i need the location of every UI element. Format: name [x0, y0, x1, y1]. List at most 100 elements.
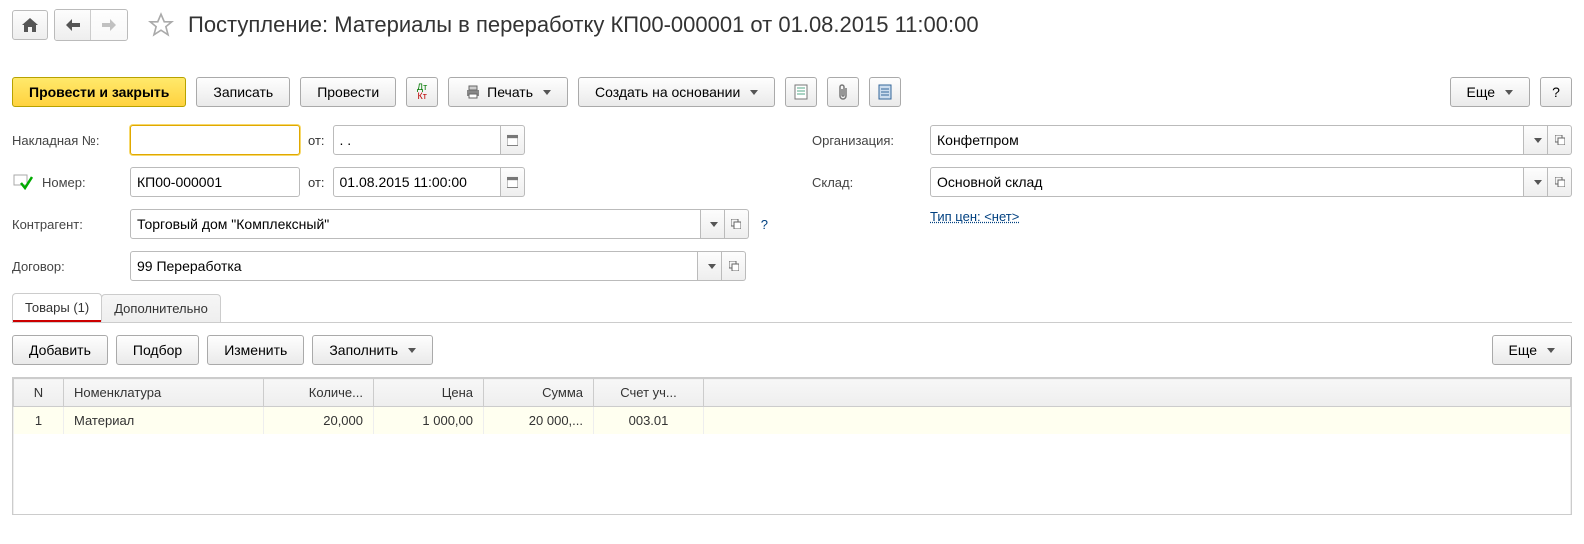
invoice-number-input[interactable]	[130, 125, 300, 155]
col-n[interactable]: N	[14, 379, 64, 407]
more-button[interactable]: Еще	[1450, 77, 1531, 107]
col-item[interactable]: Номенклатура	[64, 379, 264, 407]
counterparty-input[interactable]	[130, 209, 701, 239]
tabs: Товары (1) Дополнительно	[12, 293, 1572, 323]
open-icon	[731, 219, 741, 229]
cell-qty: 20,000	[264, 407, 374, 435]
debit-credit-icon: ДтКт	[417, 83, 427, 101]
cell-sum: 20 000,...	[484, 407, 594, 435]
printer-icon	[465, 85, 481, 99]
counterparty-label: Контрагент:	[12, 217, 122, 232]
post-button[interactable]: Провести	[300, 77, 396, 107]
open-icon	[1555, 135, 1565, 145]
arrow-right-icon	[102, 19, 116, 31]
col-spacer	[704, 379, 1571, 407]
col-account[interactable]: Счет уч...	[594, 379, 704, 407]
nav-group	[54, 9, 128, 41]
invoice-number-label: Накладная №:	[12, 133, 122, 148]
number-label: Номер:	[42, 175, 122, 190]
attachments-button[interactable]	[827, 77, 859, 107]
post-and-close-button[interactable]: Провести и закрыть	[12, 77, 186, 107]
invoice-from-label: от:	[308, 133, 325, 148]
contract-input[interactable]	[130, 251, 698, 281]
contract-choose-button[interactable]	[698, 251, 722, 281]
arrow-left-icon	[66, 19, 80, 31]
calendar-icon	[507, 134, 518, 146]
form-area: Накладная №: от: Номер: от:	[12, 125, 1572, 281]
chevron-down-icon	[408, 348, 416, 353]
contract-label: Договор:	[12, 259, 122, 274]
cell-item: Материал	[64, 407, 264, 435]
tab-goods[interactable]: Товары (1)	[12, 293, 102, 322]
organization-choose-button[interactable]	[1524, 125, 1548, 155]
list-icon	[878, 84, 892, 100]
page-title: Поступление: Материалы в переработку КП0…	[188, 12, 979, 38]
invoice-date-picker-button[interactable]	[501, 125, 525, 155]
contract-open-button[interactable]	[722, 251, 746, 281]
chevron-down-icon	[543, 90, 551, 95]
chevron-down-icon	[750, 90, 758, 95]
favorite-button[interactable]	[142, 8, 176, 42]
report-button[interactable]	[869, 77, 901, 107]
number-date-picker-button[interactable]	[501, 167, 525, 197]
save-button[interactable]: Записать	[196, 77, 290, 107]
table-empty-area[interactable]	[14, 434, 1571, 514]
fill-button[interactable]: Заполнить	[312, 335, 433, 365]
organization-open-button[interactable]	[1548, 125, 1572, 155]
col-sum[interactable]: Сумма	[484, 379, 594, 407]
calendar-icon	[507, 176, 518, 188]
warehouse-label: Склад:	[812, 175, 922, 190]
col-qty[interactable]: Количе...	[264, 379, 374, 407]
invoice-date-input[interactable]	[333, 125, 501, 155]
posted-icon	[12, 173, 34, 191]
warehouse-open-button[interactable]	[1548, 167, 1572, 197]
table-row[interactable]: 1 Материал 20,000 1 000,00 20 000,... 00…	[14, 407, 1571, 435]
col-price[interactable]: Цена	[374, 379, 484, 407]
help-button[interactable]: ?	[1540, 77, 1572, 107]
open-icon	[729, 261, 739, 271]
print-button[interactable]: Печать	[448, 77, 568, 107]
form-left-column: Накладная №: от: Номер: от:	[12, 125, 772, 281]
star-icon	[148, 12, 174, 38]
dt-kt-button[interactable]: ДтКт	[406, 77, 438, 107]
chevron-down-icon	[1505, 90, 1513, 95]
chevron-down-icon	[1547, 348, 1555, 353]
back-button[interactable]	[55, 10, 91, 40]
edit-row-button[interactable]: Изменить	[207, 335, 304, 365]
chevron-down-icon	[1534, 180, 1542, 185]
create-based-on-button[interactable]: Создать на основании	[578, 77, 775, 107]
chevron-down-icon	[1534, 138, 1542, 143]
number-input[interactable]	[130, 167, 300, 197]
forward-button[interactable]	[91, 10, 127, 40]
form-right-column: Организация: Склад: Тип цен: <нет>	[812, 125, 1572, 281]
goods-table: N Номенклатура Количе... Цена Сумма Счет…	[12, 377, 1572, 515]
chevron-down-icon	[710, 222, 718, 227]
price-type-link[interactable]: Тип цен: <нет>	[930, 209, 1019, 224]
organization-input[interactable]	[930, 125, 1524, 155]
open-icon	[1555, 177, 1565, 187]
select-row-button[interactable]: Подбор	[116, 335, 199, 365]
add-row-button[interactable]: Добавить	[12, 335, 108, 365]
warehouse-input[interactable]	[930, 167, 1524, 197]
home-button[interactable]	[12, 10, 48, 40]
table-header-row: N Номенклатура Количе... Цена Сумма Счет…	[14, 379, 1571, 407]
chevron-down-icon	[708, 264, 716, 269]
cell-account: 003.01	[594, 407, 704, 435]
document-icon	[794, 84, 808, 100]
warehouse-choose-button[interactable]	[1524, 167, 1548, 197]
table-toolbar: Добавить Подбор Изменить Заполнить Еще	[12, 323, 1572, 377]
counterparty-open-button[interactable]	[725, 209, 749, 239]
tab-additional[interactable]: Дополнительно	[101, 294, 221, 322]
structure-button[interactable]	[785, 77, 817, 107]
counterparty-help-link[interactable]: ?	[757, 217, 772, 232]
main-toolbar: Провести и закрыть Записать Провести ДтК…	[12, 77, 1572, 107]
paperclip-icon	[837, 84, 849, 100]
number-date-input[interactable]	[333, 167, 501, 197]
organization-label: Организация:	[812, 133, 922, 148]
counterparty-choose-button[interactable]	[701, 209, 725, 239]
cell-n: 1	[14, 407, 64, 435]
cell-price: 1 000,00	[374, 407, 484, 435]
table-more-button[interactable]: Еще	[1492, 335, 1573, 365]
number-from-label: от:	[308, 175, 325, 190]
home-icon	[22, 18, 38, 32]
